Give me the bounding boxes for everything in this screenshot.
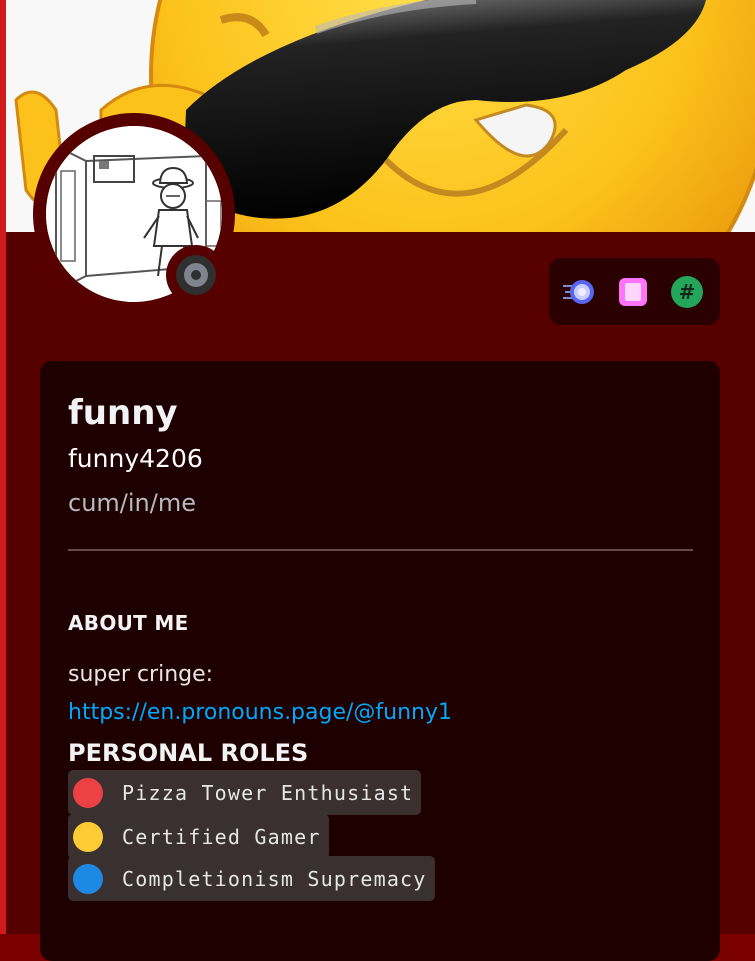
role-label: Completionism Supremacy [122, 866, 427, 891]
role-completionism-supremacy: Completionism Supremacy [68, 856, 435, 901]
status-indicator [166, 245, 226, 305]
role-label: Pizza Tower Enthusiast [122, 780, 414, 805]
about-me-text: super cringe: [68, 662, 214, 687]
about-me-link[interactable]: https://en.pronouns.page/@funny1 [68, 697, 452, 729]
red-circle-icon [73, 777, 103, 808]
offline-status-icon [184, 263, 208, 287]
yellow-circle-icon [73, 821, 103, 852]
hashtag-badge-icon[interactable]: # [669, 274, 705, 310]
profile-card: funny funny4206 cum/in/me ABOUT ME super… [40, 361, 720, 961]
role-pizza-tower-enthusiast: Pizza Tower Enthusiast [68, 770, 422, 815]
role-certified-gamer: Certified Gamer [68, 814, 329, 859]
pronouns: cum/in/me [68, 489, 196, 517]
badge-list: # [549, 258, 720, 325]
role-label: Certified Gamer [122, 824, 321, 849]
nitro-badge-icon[interactable] [615, 274, 651, 310]
personal-roles-heading: PERSONAL ROLES [68, 739, 309, 767]
divider [68, 549, 693, 551]
hypesquad-badge-icon[interactable] [561, 274, 597, 310]
username: funny4206 [68, 444, 203, 473]
display-name: funny [68, 393, 178, 433]
about-me-heading: ABOUT ME [68, 611, 189, 635]
blue-circle-icon [73, 863, 103, 894]
